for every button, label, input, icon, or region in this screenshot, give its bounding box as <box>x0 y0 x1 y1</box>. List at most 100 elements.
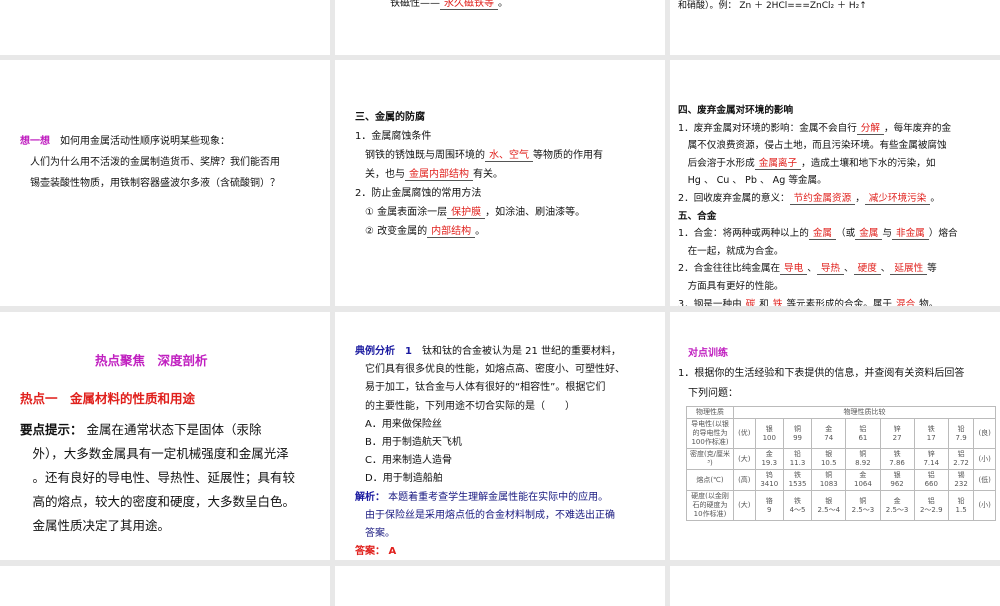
table-cell: 导电性(以银的导电性为100作标准) <box>686 418 734 449</box>
text-line: 典例分析 1 钛和钛的合金被认为是 21 世纪的重要材料， <box>355 342 621 357</box>
table-cell: 银 100 <box>754 418 784 449</box>
text-line: 在一起，就成为合金。 <box>678 243 784 257</box>
text-segment: 后会溶于水形成 <box>678 157 755 169</box>
text-line: 热点一 金属材料的性质和用途 <box>20 388 195 407</box>
text-segment: 在一起，就成为合金。 <box>678 245 784 257</box>
text-segment: 答案： A <box>355 546 397 558</box>
text-segment: A．用来做保险丝 <box>355 418 442 430</box>
text-segment: D．用于制造船舶 <box>355 473 443 485</box>
answer-blank: 非金属 <box>891 228 929 241</box>
text-segment: 等 <box>927 263 937 275</box>
text-line: B．用于制造航天飞机 <box>355 433 462 448</box>
text-segment: 有关。 <box>473 169 503 180</box>
text-segment: 属不仅浪费资源，侵占土地，而且污染环境。有些金属被腐蚀 <box>678 140 947 152</box>
answer-blank: 混合 <box>891 298 920 306</box>
text-segment: 五、合金 <box>678 210 717 222</box>
text-line: 四、废弃金属对环境的影响 <box>678 102 793 116</box>
text-line: 方面具有更好的性能。 <box>678 278 784 292</box>
answer-blank: 减少环境污染 <box>864 193 931 205</box>
text-line: 要点提示： 金属在通常状态下是固体（汞除 <box>20 419 262 438</box>
table-cell: 铁 17 <box>913 418 949 449</box>
text-line: 1．合金：将两种或两种以上的 金属 （或 金属与非金属 ）熔合 <box>678 225 958 241</box>
text-line: 热点聚焦 深度剖析 <box>20 350 208 369</box>
table-cell: (低) <box>973 469 996 491</box>
table-cell: 锌 7.14 <box>913 448 949 470</box>
table-row: 导电性(以银的导电性为100作标准) (优) 银 100 铜 99 金 74 铝 61 锌 … <box>686 418 996 449</box>
text-line: 1．金属腐蚀条件 <box>355 127 431 142</box>
text-segment: 由于保险丝是采用熔点低的合金材料制成，不难选出正确 <box>355 509 615 521</box>
answer-blank: 分解 <box>856 122 884 135</box>
table-cell: (小) <box>973 490 996 521</box>
slide-p31[interactable] <box>0 566 330 606</box>
table-cell: (良) <box>973 418 996 449</box>
slide-p03[interactable]: 和硝酸）。例： Zn ＋ 2HCl===ZnCl₂ ＋ H₂↑ <box>670 0 1000 55</box>
table-cell: 铝 2.72 <box>947 448 975 470</box>
text-segment: 1．合金：将两种或两种以上的 <box>678 228 809 240</box>
text-segment: 对点训练 <box>678 348 728 359</box>
slide-p33[interactable] <box>670 566 1000 606</box>
text-segment: 等物质的作用有 <box>533 150 603 161</box>
text-segment: 、 <box>844 263 854 275</box>
text-line: 金属性质决定了其用途。 <box>20 515 171 534</box>
text-line: 钢铁的锈蚀既与周围环境的 水、空气 等物质的作用有 <box>355 146 603 162</box>
table-cell: 铁 1535 <box>782 469 813 491</box>
slide-p22[interactable]: 典例分析 1 钛和钛的合金被认为是 21 世纪的重要材料， 它们具有很多优良的性… <box>335 312 665 560</box>
text-line: 和硝酸）。例： Zn ＋ 2HCl===ZnCl₂ ＋ H₂↑ <box>678 0 867 11</box>
text-line: 五、合金 <box>678 208 716 222</box>
text-segment: 典例分析 1 <box>355 346 412 357</box>
slide-p21[interactable]: 热点聚焦 深度剖析热点一 金属材料的性质和用途要点提示： 金属在通常状态下是固体… <box>0 312 330 560</box>
table-cell: 金 2.5～3 <box>879 490 915 521</box>
text-line: 关，也与 金属内部结构 有关。 <box>355 165 503 181</box>
table-cell: 金 1064 <box>845 469 881 491</box>
text-segment: 1．根据你的生活经验和下表提供的信息，并查阅有关资料后回答 <box>678 368 965 379</box>
text-segment: 。 <box>475 226 486 237</box>
text-segment: 、 <box>880 263 891 275</box>
slide-p02[interactable]: 铁磁性—— 永久磁铁等。 <box>335 0 665 55</box>
table-cell: 锌 27 <box>879 418 915 449</box>
text-segment: 等元素形成的合金。属于 <box>786 298 892 306</box>
table-cell: 铜 2.5～3 <box>845 490 881 521</box>
text-segment: 和硝酸）。例： Zn ＋ 2HCl===ZnCl₂ ＋ H₂↑ <box>678 1 867 11</box>
text-segment: 易于加工，钛合金与人体有很好的“相容性”。根据它们 <box>355 382 606 394</box>
answer-blank: 金属内部结构 <box>405 169 473 181</box>
table-cell: 硬度(以金刚石的硬度为10作标准) <box>686 490 734 521</box>
text-segment: 人们为什么用不活泼的金属制造货币、奖牌？我们能否用 <box>20 157 280 168</box>
text-segment: ① 金属表面涂一层 <box>355 207 448 218</box>
table-cell: 铅 1.5 <box>947 490 975 521</box>
slide-p01[interactable] <box>0 0 330 55</box>
answer-blank: 导电 <box>780 263 808 276</box>
text-segment: 钢铁的锈蚀既与周围环境的 <box>355 150 485 161</box>
text-segment: 1．废弃金属对环境的影响：金属不会自行 <box>678 122 857 134</box>
text-segment: 本题着重考查学生理解金属性能在实际中的应用。 <box>385 491 609 503</box>
text-segment: 关，也与 <box>355 169 405 180</box>
text-segment: 与 <box>882 228 892 240</box>
table-cell: 铜 1083 <box>811 469 847 491</box>
text-segment: ，造成土壤和地下水的污染，如 <box>801 157 936 169</box>
text-segment: 要点提示： <box>20 422 83 437</box>
answer-blank: 保护膜 <box>447 207 486 219</box>
text-segment: 金属性质决定了其用途。 <box>20 518 171 533</box>
physical-properties-table: 物理性质 物理性质比较 导电性(以银的导电性为100作标准) (优) 银 100 铜 99… <box>686 406 996 521</box>
slide-p23[interactable]: 物理性质 物理性质比较 导电性(以银的导电性为100作标准) (优) 银 100 铜 99… <box>670 312 1000 560</box>
slide-p12[interactable]: 三、金属的防腐 1．金属腐蚀条件 钢铁的锈蚀既与周围环境的 水、空气 等物质的作用有 … <box>335 60 665 306</box>
text-line: C．用来制造人造骨 <box>355 451 452 466</box>
slide-p11[interactable]: 想一想 如何用金属活动性顺序说明某些现象： 人们为什么用不活泼的金属制造货币、奖… <box>0 60 330 306</box>
table-cell: (小) <box>973 448 996 470</box>
table-cell: 铁 7.86 <box>879 448 915 470</box>
table-cell: 银 962 <box>879 469 915 491</box>
text-line: 锡壶装酸性物质，用铁制容器盛波尔多液（含硫酸铜）？ <box>20 174 280 189</box>
text-line: 2．防止金属腐蚀的常用方法 <box>355 184 481 199</box>
answer-blank: 节约金属资源 <box>789 193 856 205</box>
answer-blank: 碳 <box>741 298 760 306</box>
table-cell: 钨 3410 <box>754 469 784 491</box>
table-cell: 铜 99 <box>782 418 813 449</box>
answer-blank: 金属离子 <box>754 157 802 170</box>
table-row: 熔点(℃) (高) 钨 3410 铁 1535 铜 1083 金 1064 银 962 铝 6… <box>686 469 996 491</box>
text-segment: 。 <box>498 0 508 9</box>
slide-p13[interactable]: 四、废弃金属对环境的影响 1．废弃金属对环境的影响：金属不会自行 分解 ，每年废弃的金… <box>670 60 1000 306</box>
text-segment: 热点聚焦 深度剖析 <box>20 353 208 368</box>
table-cell: 铁 4～5 <box>782 490 813 521</box>
slide-p32[interactable] <box>335 566 665 606</box>
answer-blank: 永久磁铁等 <box>440 0 498 10</box>
text-segment: 锡壶装酸性物质，用铁制容器盛波尔多液（含硫酸铜）？ <box>20 178 280 189</box>
